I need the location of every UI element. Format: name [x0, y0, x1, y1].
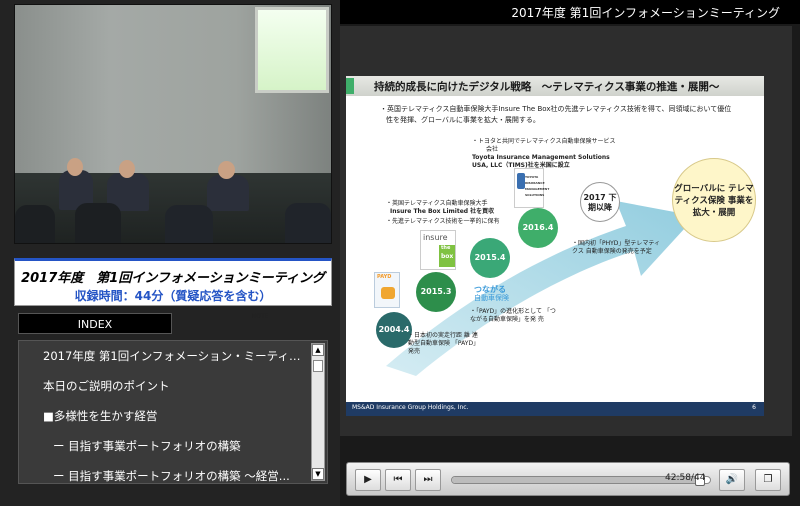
- note-2015-3c: ・先進テレマティクス技術を一挙的に保有: [386, 218, 500, 225]
- index-scrollbar[interactable]: ▲ ▼: [311, 343, 325, 481]
- slide: 持続的成長に向けたデジタル戦略 ～テレマティクス事業の推進・展開～ ・英国テレマ…: [346, 76, 764, 416]
- play-button[interactable]: ▶: [355, 469, 381, 491]
- video-audience: [165, 205, 213, 243]
- payd-logo: PAYD: [374, 272, 400, 308]
- insure-logo-text: insure: [423, 233, 448, 242]
- video-person-head: [67, 158, 83, 176]
- session-title-box: 2017年度 第1回インフォメーションミーティング 収録時間：44分（質疑応答を…: [14, 258, 332, 306]
- goal-circle: グローバルに テレマティクス保険 事業を拡大・展開: [672, 158, 756, 242]
- tab-index[interactable]: INDEX: [18, 313, 172, 334]
- video-window: [255, 7, 329, 93]
- play-icon: ▶: [364, 474, 372, 485]
- note-2016-4d: USA, LLC（TIMS)社を米国に設立: [472, 162, 570, 169]
- app-header: 2017年度 第1回インフォメーションミーティング: [340, 0, 800, 24]
- session-duration: 収録時間：44分（質疑応答を含む）: [74, 289, 272, 303]
- list-item[interactable]: 2017年度 第1回インフォメーション・ミーティング: [19, 341, 309, 371]
- note-2016-4c: Toyota Insurance Management Solutions: [472, 154, 610, 161]
- note-2016-4a: ・トヨタと共同でテレマティクス自動車保険サービス: [472, 138, 616, 145]
- skip-back-icon: ⏮: [393, 474, 403, 485]
- volume-button[interactable]: 🔊: [719, 469, 745, 491]
- note-2004: ・日本初の実走行距 離 連動型自動車保険 「PAYD」発売: [408, 332, 478, 355]
- time-display: 42:58/44: [665, 473, 706, 483]
- slide-bullet-1: ・英国テレマティクス自動車保険大手Insure The Box社の先進テレマティ…: [380, 105, 732, 113]
- tims-logo: TOYOTA INSURANCE MANAGEMENT SOLUTIONS: [514, 168, 549, 208]
- tims-logo-4: SOLUTIONS: [525, 193, 545, 197]
- list-item[interactable]: ■多様性を生かす経営: [19, 401, 309, 431]
- slide-accent: [346, 78, 354, 94]
- index-list: 2017年度 第1回インフォメーション・ミーティング 本日のご説明のポイント ■…: [18, 340, 328, 484]
- milestone-2015-3: 2015.3: [416, 272, 456, 312]
- tsunagaru-logo-2: 自動車保険: [474, 294, 509, 302]
- tims-logo-1: TOYOTA: [525, 175, 539, 179]
- slide-bullet-2: 性を発揮、グローバルに事業を拡大・展開する。: [386, 116, 540, 124]
- insure-box-text: box: [441, 253, 454, 260]
- video-person: [207, 175, 249, 211]
- window-title: 2017年度 第1回インフォメーションミーティング: [511, 6, 780, 20]
- slide-footer-company: MS&AD Insurance Group Holdings, Inc.: [352, 404, 469, 411]
- video-person-head: [119, 160, 135, 178]
- list-item[interactable]: ー 目指す事業ポートフォリオの構築: [19, 431, 309, 461]
- list-item[interactable]: 本日のご説明のポイント: [19, 371, 309, 401]
- milestone-2004: 2004.4: [376, 312, 412, 348]
- slide-footer: MS&AD Insurance Group Holdings, Inc. 6: [346, 402, 764, 416]
- insure-the-box-logo: insure the box: [420, 230, 456, 270]
- scroll-thumb[interactable]: [313, 360, 323, 372]
- note-2015-3a: ・英国テレマティクス自動車保険大手: [386, 200, 488, 207]
- video-audience: [75, 203, 121, 243]
- next-button[interactable]: ⏭: [415, 469, 441, 491]
- tims-logo-3: MANAGEMENT: [525, 187, 550, 191]
- milestone-2015-4: 2015.4: [470, 238, 510, 278]
- seek-fill: [452, 477, 701, 483]
- tab-note[interactable]: NOTE: [190, 313, 330, 334]
- note-2015-4: ・「PAYD」の進化形として 「つながる自動車保険」を発 売: [470, 308, 556, 323]
- video-player[interactable]: [14, 4, 332, 244]
- previous-button[interactable]: ⏮: [385, 469, 411, 491]
- note-2016-4b: 会社: [486, 146, 499, 153]
- tims-logo-2: INSURANCE: [525, 181, 545, 185]
- tab-bar: INDEX NOTE: [14, 313, 332, 334]
- left-panel: 2017年度 第1回インフォメーションミーティング 収録時間：44分（質疑応答を…: [0, 0, 340, 506]
- window-icon: ❐: [763, 474, 773, 485]
- video-audience: [285, 203, 331, 243]
- player-controls: ▶ ⏮ ⏭ 42:58/44 🔊 ❐: [346, 462, 790, 496]
- scroll-down-icon[interactable]: ▼: [312, 468, 324, 480]
- video-person-head: [218, 161, 235, 179]
- session-title: 2017年度 第1回インフォメーションミーティング: [21, 271, 325, 286]
- slide-frame: 持続的成長に向けたデジタル戦略 ～テレマティクス事業の推進・展開～ ・英国テレマ…: [340, 26, 792, 436]
- list-item[interactable]: ー 目指す事業ポートフォリオの構築 ～経営...: [19, 461, 309, 483]
- payd-logo-text: PAYD: [377, 274, 392, 280]
- insure-the-text: the: [441, 245, 451, 251]
- tims-signal-icon: [517, 173, 525, 189]
- slide-headline: 持続的成長に向けたデジタル戦略 ～テレマティクス事業の推進・展開～: [374, 81, 720, 93]
- skip-forward-icon: ⏭: [423, 474, 433, 485]
- slide-page-number: 6: [752, 404, 756, 411]
- milestone-2017: 2017 下期以降: [580, 182, 620, 222]
- note-2017: ・国内初「PHYD」型テレマティ クス 自動車保険の発売を予定: [572, 240, 661, 255]
- payd-car-icon: [381, 287, 395, 299]
- milestone-2016-4: 2016.4: [518, 208, 558, 248]
- speaker-icon: 🔊: [725, 474, 739, 485]
- window-toggle-button[interactable]: ❐: [755, 469, 781, 491]
- note-2015-3b: Insure The Box Limited 社を買収: [390, 208, 495, 215]
- scroll-up-icon[interactable]: ▲: [312, 344, 324, 356]
- video-audience: [15, 205, 55, 243]
